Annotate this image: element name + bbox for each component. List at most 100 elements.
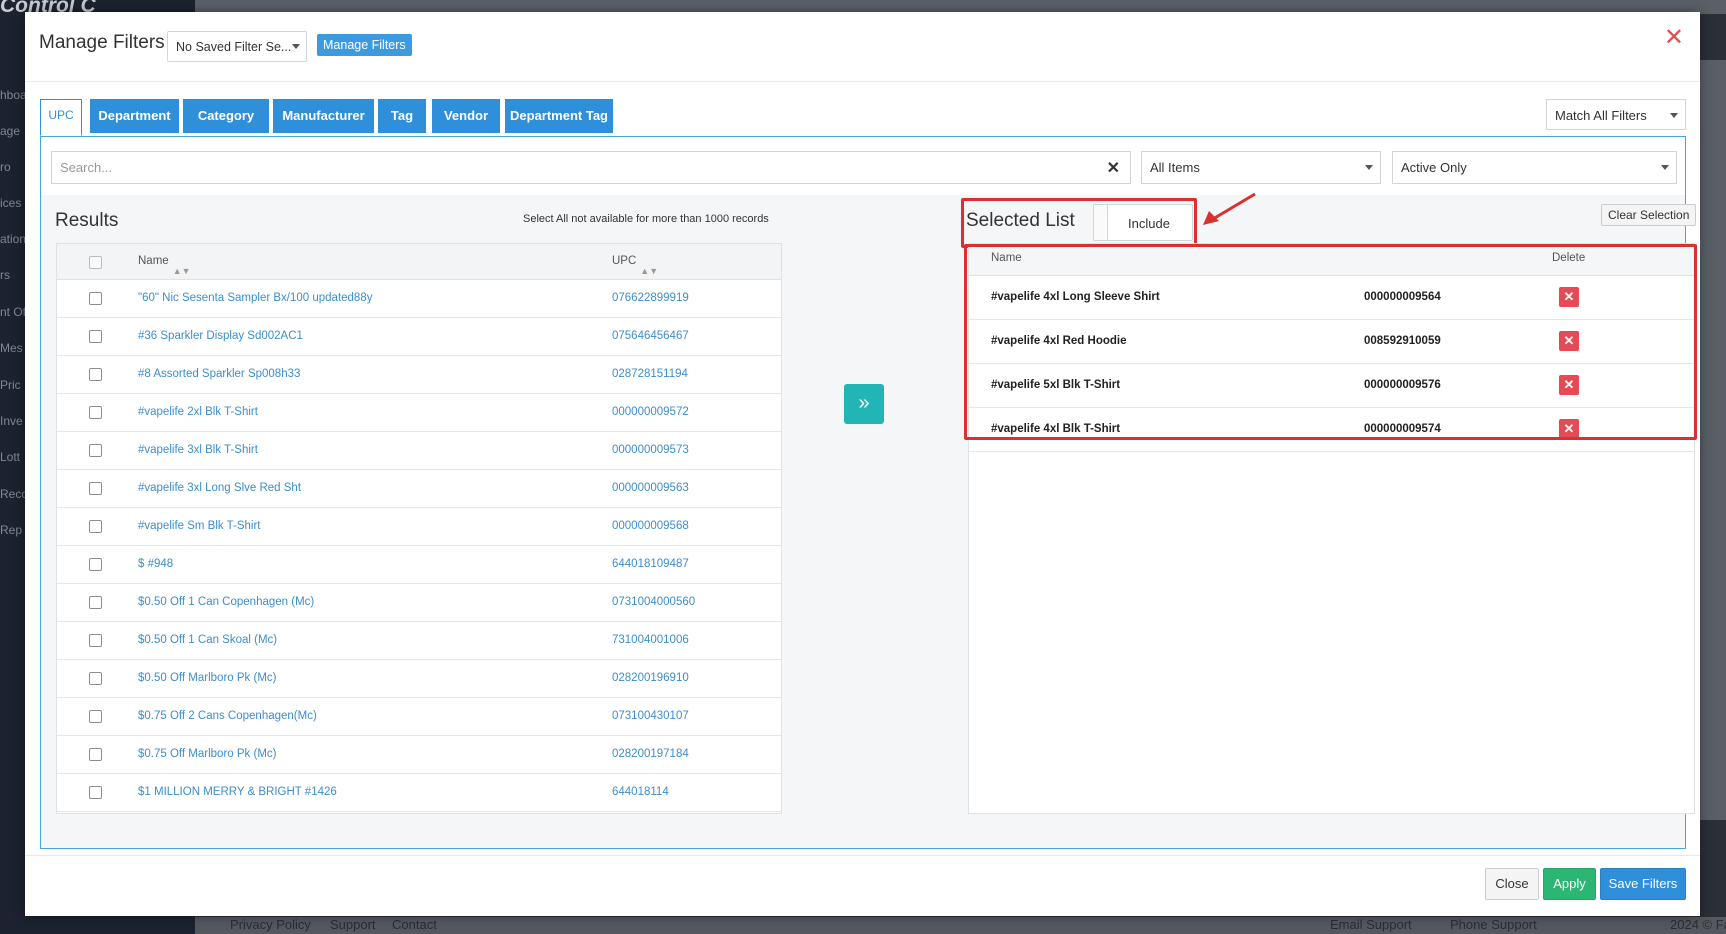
toggle-knob: [1094, 205, 1108, 240]
table-row[interactable]: #vapelife 2xl Blk T-Shirt 000000009572: [57, 394, 781, 432]
row-checkbox[interactable]: [89, 672, 102, 685]
item-upc-link[interactable]: 731004001006: [612, 634, 689, 646]
modal-title: Manage Filters: [39, 32, 165, 53]
row-checkbox[interactable]: [89, 482, 102, 495]
row-checkbox[interactable]: [89, 368, 102, 381]
annotation-arrow-icon: [1203, 192, 1256, 225]
item-name-link[interactable]: $0.50 Off 1 Can Copenhagen (Mc): [138, 596, 314, 608]
tab-department[interactable]: Department: [90, 99, 179, 133]
tab-upc[interactable]: UPC: [40, 99, 82, 136]
status-select[interactable]: Active Only: [1392, 151, 1677, 184]
table-row[interactable]: $1 MILLION MERRY & BRIGHT #1426 644018114: [57, 774, 781, 812]
item-upc-link[interactable]: 000000009573: [612, 444, 689, 456]
upc-column-header[interactable]: UPC ▲▼: [612, 255, 658, 276]
table-row[interactable]: #vapelife Sm Blk T-Shirt 000000009568: [57, 508, 781, 546]
saved-filter-select[interactable]: No Saved Filter Se...: [167, 31, 307, 62]
item-name-link[interactable]: $0.75 Off Marlboro Pk (Mc): [138, 748, 276, 760]
delete-icon[interactable]: ✕: [1559, 419, 1579, 439]
row-checkbox[interactable]: [89, 330, 102, 343]
background-sidebar-item: Reco: [0, 487, 29, 501]
close-button[interactable]: Close: [1485, 868, 1539, 900]
table-row[interactable]: "60" Nic Sesenta Sampler Bx/100 updated8…: [57, 280, 781, 318]
table-row[interactable]: $0.75 Off Marlboro Pk (Mc) 028200197184: [57, 736, 781, 774]
tab-category[interactable]: Category: [183, 99, 269, 133]
item-upc-link[interactable]: 000000009568: [612, 520, 689, 532]
row-checkbox[interactable]: [89, 710, 102, 723]
manage-filters-button[interactable]: Manage Filters: [317, 34, 412, 56]
selected-item-upc: 000000009564: [1364, 291, 1441, 303]
background-sidebar-item: Mes: [0, 341, 23, 355]
table-row[interactable]: $0.50 Off 1 Can Skoal (Mc) 731004001006: [57, 622, 781, 660]
selected-item-name: #vapelife 4xl Red Hoodie: [991, 335, 1127, 347]
table-row[interactable]: $ #948 644018109487: [57, 546, 781, 584]
include-toggle[interactable]: Include: [1093, 204, 1193, 241]
item-name-link[interactable]: $0.50 Off Marlboro Pk (Mc): [138, 672, 276, 684]
item-name-link[interactable]: $0.50 Off 1 Can Skoal (Mc): [138, 634, 277, 646]
tab-manufacturer[interactable]: Manufacturer: [273, 99, 374, 133]
table-row[interactable]: #vapelife 3xl Blk T-Shirt 000000009573: [57, 432, 781, 470]
item-name-link[interactable]: "60" Nic Sesenta Sampler Bx/100 updated8…: [138, 292, 372, 304]
item-upc-link[interactable]: 644018109487: [612, 558, 689, 570]
table-row[interactable]: $0.75 Off 2 Cans Copenhagen(Mc) 073100430…: [57, 698, 781, 736]
tab-department-tag[interactable]: Department Tag: [505, 99, 613, 133]
selected-item-upc: 000000009576: [1364, 379, 1441, 391]
item-upc-link[interactable]: 075646456467: [612, 330, 689, 342]
select-all-checkbox[interactable]: [89, 256, 102, 269]
item-upc-link[interactable]: 028200196910: [612, 672, 689, 684]
row-checkbox[interactable]: [89, 444, 102, 457]
table-row[interactable]: #vapelife 3xl Long Slve Red Sht 000000009…: [57, 470, 781, 508]
item-upc-link[interactable]: 028728151194: [612, 368, 688, 380]
item-name-link[interactable]: $ #948: [138, 558, 173, 570]
item-upc-link[interactable]: 644018114: [612, 786, 669, 798]
add-to-selected-button[interactable]: »: [844, 384, 884, 424]
item-name-link[interactable]: $1 MILLION MERRY & BRIGHT #1426: [138, 786, 337, 798]
row-checkbox[interactable]: [89, 292, 102, 305]
row-checkbox[interactable]: [89, 786, 102, 799]
background-sidebar-item: ation: [0, 232, 27, 246]
delete-icon[interactable]: ✕: [1559, 287, 1579, 307]
apply-button[interactable]: Apply: [1543, 868, 1596, 900]
tab-tag[interactable]: Tag: [378, 99, 426, 133]
tab-vendor[interactable]: Vendor: [432, 99, 500, 133]
search-input[interactable]: Search... ✕: [51, 151, 1131, 184]
item-name-link[interactable]: #vapelife 2xl Blk T-Shirt: [138, 406, 258, 418]
row-checkbox[interactable]: [89, 748, 102, 761]
name-header-label: Name: [138, 255, 169, 267]
name-column-header[interactable]: Name ▲▼: [138, 255, 191, 276]
delete-icon[interactable]: ✕: [1559, 331, 1579, 351]
item-name-link[interactable]: #36 Sparkler Display Sd002AC1: [138, 330, 303, 342]
item-upc-link[interactable]: 073100430107: [612, 710, 689, 722]
item-name-link[interactable]: $0.75 Off 2 Cans Copenhagen(Mc): [138, 710, 317, 722]
table-row[interactable]: #36 Sparkler Display Sd002AC1 07564645646…: [57, 318, 781, 356]
row-checkbox[interactable]: [89, 406, 102, 419]
table-row[interactable]: $0.50 Off 1 Can Copenhagen (Mc) 073100400…: [57, 584, 781, 622]
table-row[interactable]: $0.50 Off Marlboro Pk (Mc) 028200196910: [57, 660, 781, 698]
item-scope-select[interactable]: All Items: [1141, 151, 1381, 184]
row-checkbox[interactable]: [89, 558, 102, 571]
item-upc-link[interactable]: 000000009563: [612, 482, 689, 494]
delete-icon[interactable]: ✕: [1559, 375, 1579, 395]
item-name-link[interactable]: #vapelife Sm Blk T-Shirt: [138, 520, 261, 532]
item-upc-link[interactable]: 028200197184: [612, 748, 689, 760]
clear-selection-button[interactable]: Clear Selection: [1601, 204, 1697, 226]
search-bar: Search... ✕ All Items Active Only: [41, 137, 1685, 195]
background-sidebar-item: hboa: [0, 88, 27, 102]
item-name-link[interactable]: #8 Assorted Sparkler Sp008h33: [138, 368, 300, 380]
chevron-down-icon: [1661, 165, 1669, 170]
row-checkbox[interactable]: [89, 596, 102, 609]
row-checkbox[interactable]: [89, 634, 102, 647]
background-sidebar-item: ices: [0, 196, 22, 210]
match-filters-select[interactable]: Match All Filters: [1546, 99, 1686, 130]
save-filters-button[interactable]: Save Filters: [1600, 868, 1686, 900]
table-row[interactable]: #8 Assorted Sparkler Sp008h33 02872815119…: [57, 356, 781, 394]
selected-row: #vapelife 4xl Long Sleeve Shirt 000000009…: [969, 276, 1694, 320]
item-upc-link[interactable]: 076622899919: [612, 292, 689, 304]
close-icon[interactable]: ✕: [1664, 26, 1684, 50]
item-name-link[interactable]: #vapelife 3xl Blk T-Shirt: [138, 444, 258, 456]
item-upc-link[interactable]: 000000009572: [612, 406, 689, 418]
item-name-link[interactable]: #vapelife 3xl Long Slve Red Sht: [138, 482, 301, 494]
row-checkbox[interactable]: [89, 520, 102, 533]
clear-search-icon[interactable]: ✕: [1107, 158, 1120, 178]
footer-link-support: Support: [330, 917, 376, 932]
item-upc-link[interactable]: 0731004000560: [612, 596, 695, 608]
